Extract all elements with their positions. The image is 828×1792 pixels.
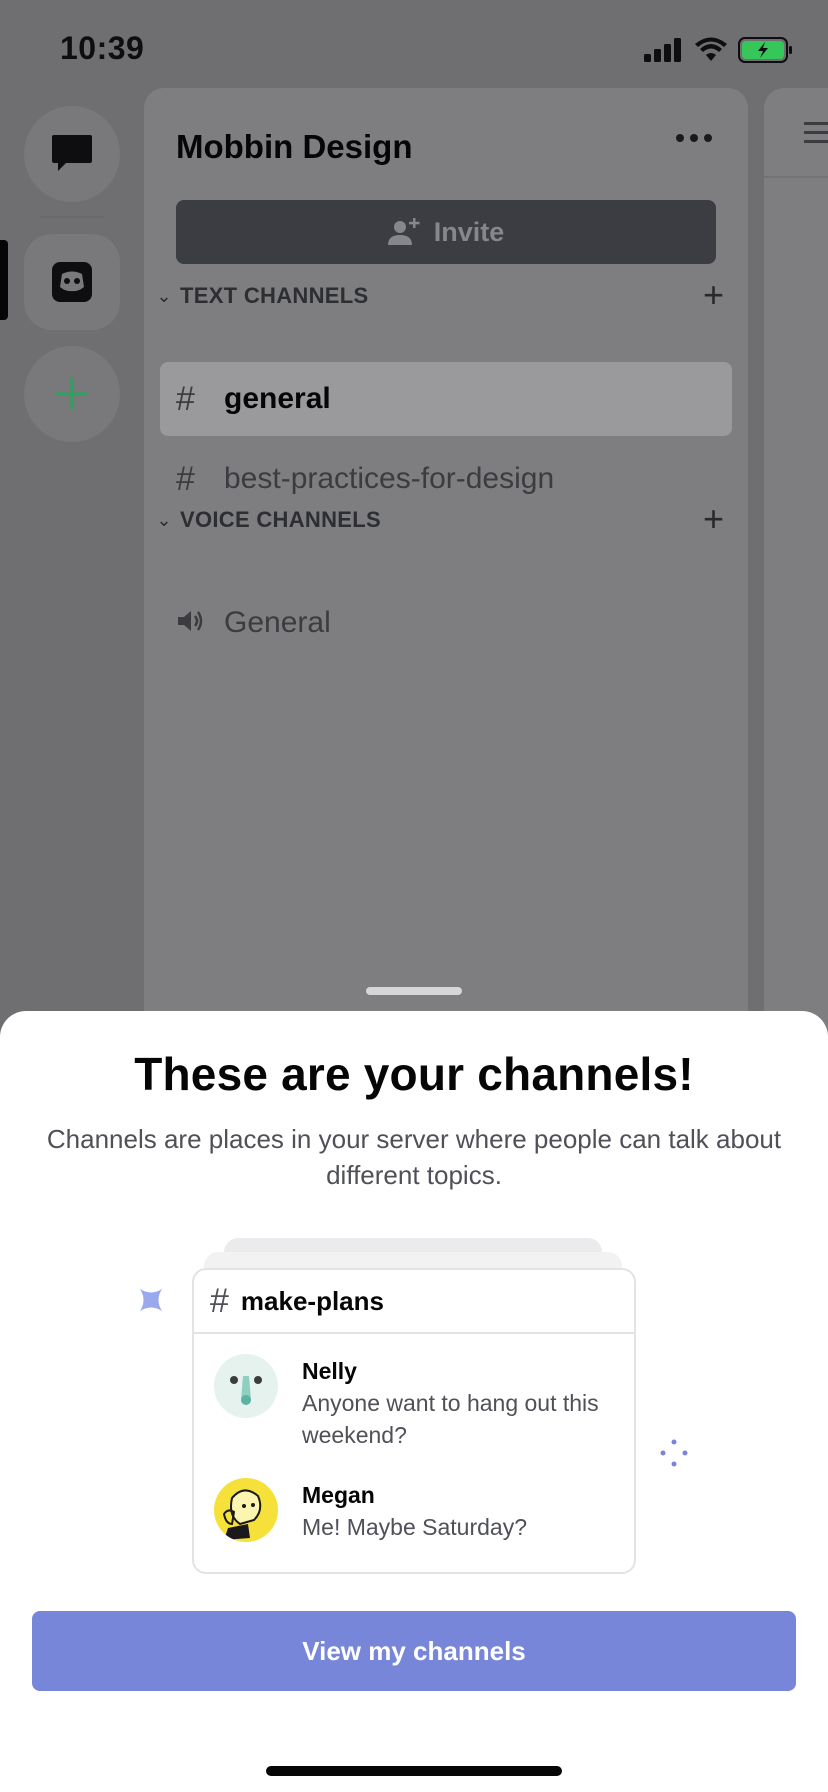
sparkle-icon — [140, 1289, 162, 1311]
preview-channel-header: # make-plans — [194, 1270, 634, 1334]
status-time: 10:39 — [60, 30, 145, 66]
sheet-subtitle: Channels are places in your server where… — [46, 1124, 782, 1190]
plus-icon — [56, 378, 88, 410]
category-label: TEXT CHANNELS — [180, 283, 369, 308]
invite-label: Invite — [433, 216, 505, 247]
sheet-grabber[interactable] — [366, 987, 462, 995]
chevron-down-icon: ⌄ — [156, 285, 172, 306]
message-item: Megan Me! Maybe Saturday? — [214, 1478, 622, 1543]
category-label: VOICE CHANNELS — [180, 507, 381, 532]
message-text: Anyone want to hang out this weekend? — [302, 1390, 599, 1448]
invite-button[interactable]: Invite — [176, 200, 716, 264]
add-user-icon — [387, 218, 420, 245]
status-bar: 10:39 — [0, 0, 828, 100]
server-rail — [0, 100, 145, 1020]
divider — [764, 176, 828, 178]
message-text: Me! Maybe Saturday? — [302, 1514, 528, 1540]
more-options-icon[interactable] — [676, 134, 712, 142]
server-mobbin-design-button[interactable] — [24, 234, 120, 330]
hash-icon: # — [210, 1281, 229, 1320]
view-my-channels-button[interactable]: View my channels — [32, 1611, 796, 1691]
channel-name: General — [224, 606, 331, 639]
channel-name: best-practices-for-design — [224, 462, 555, 495]
discord-logo-icon — [52, 262, 92, 302]
home-indicator — [266, 1766, 562, 1776]
onboarding-sheet: These are your channels! Channels are pl… — [0, 1011, 828, 1792]
avatar — [214, 1354, 278, 1418]
chat-panel-edge — [764, 88, 828, 1048]
direct-messages-button[interactable] — [24, 106, 120, 202]
channel-name: general — [224, 382, 331, 415]
cellular-signal-icon — [644, 38, 681, 62]
chat-bubble-icon — [52, 135, 92, 171]
status-icons — [644, 36, 794, 64]
hash-icon: # — [176, 379, 195, 418]
server-name: Mobbin Design — [176, 128, 413, 165]
preview-channel-name: make-plans — [240, 1285, 384, 1316]
category-voice-channels[interactable]: ⌄ VOICE CHANNELS + — [154, 500, 734, 540]
avatar — [214, 1478, 278, 1542]
message-author: Megan — [302, 1482, 375, 1508]
channel-item-general[interactable]: # general — [160, 362, 732, 436]
add-text-channel-icon[interactable]: + — [703, 277, 724, 313]
sheet-title: These are your channels! — [134, 1048, 694, 1100]
add-server-button[interactable] — [24, 346, 120, 442]
hash-icon: # — [176, 459, 195, 498]
add-voice-channel-icon[interactable]: + — [703, 501, 724, 537]
speaker-icon — [176, 604, 210, 643]
message-item: Nelly Anyone want to hang out this weeke… — [214, 1354, 622, 1451]
message-author: Nelly — [302, 1358, 357, 1384]
category-text-channels[interactable]: ⌄ TEXT CHANNELS + — [154, 276, 734, 316]
hamburger-menu-icon[interactable] — [804, 118, 828, 153]
channel-panel: Mobbin Design Invite ⌄ TEXT CHANNELS + #… — [144, 88, 748, 1048]
sparkle-dots-icon — [660, 1439, 688, 1467]
channel-preview-card: # make-plans Nelly Anyone want to hang o… — [192, 1268, 636, 1574]
voice-channel-item-general[interactable]: General — [160, 586, 732, 660]
rail-divider — [40, 216, 104, 218]
battery-charging-icon — [738, 37, 792, 63]
active-server-indicator — [0, 240, 8, 320]
chevron-down-icon: ⌄ — [156, 509, 172, 530]
wifi-icon — [695, 37, 727, 61]
